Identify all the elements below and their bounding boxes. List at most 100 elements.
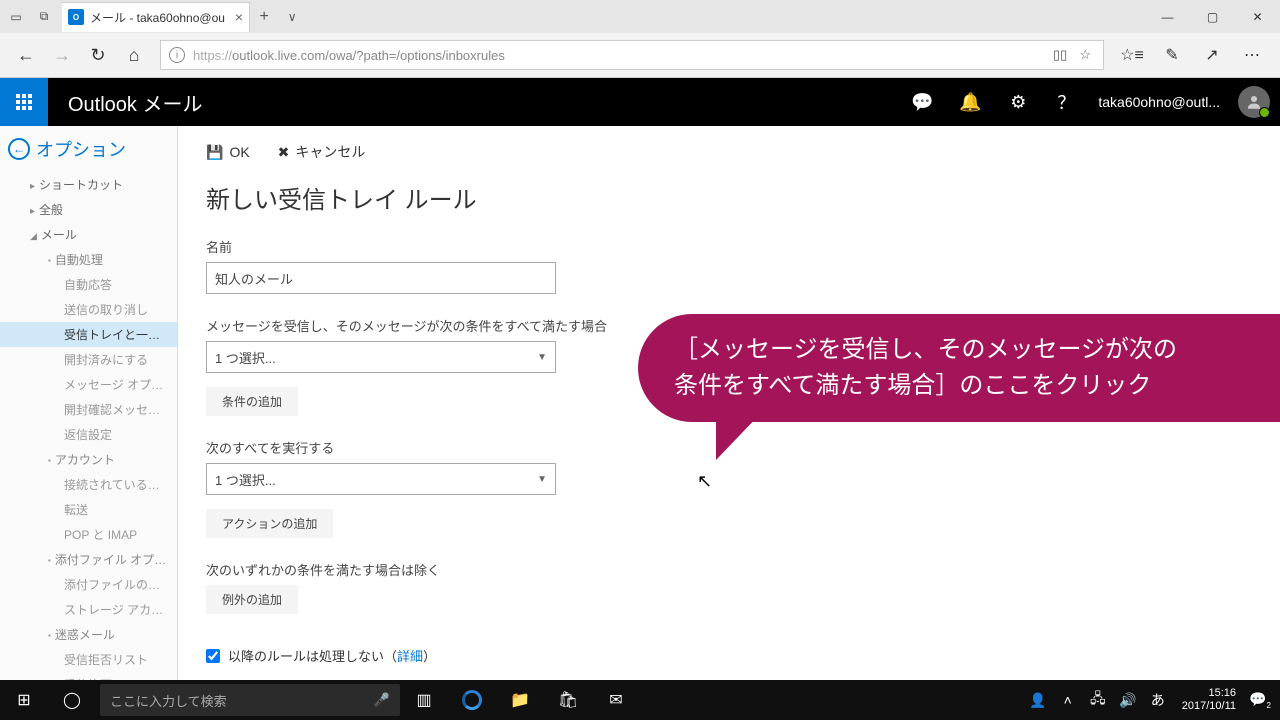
- sidebar-item-15[interactable]: 添付ファイル オプション: [0, 547, 177, 572]
- sidebar-item-19[interactable]: 受信拒否リスト: [0, 647, 177, 672]
- sidebar-item-12[interactable]: 接続されているアカウント: [0, 472, 177, 497]
- home-button[interactable]: ⌂: [116, 37, 152, 73]
- skype-button[interactable]: 💬: [898, 78, 946, 126]
- store-taskbar-icon[interactable]: 🛍: [544, 680, 592, 720]
- close-icon: ✖: [278, 144, 290, 161]
- close-window-button[interactable]: ✕: [1235, 2, 1280, 32]
- add-condition-button[interactable]: 条件の追加: [206, 387, 298, 416]
- task-view-button[interactable]: ▥: [400, 680, 448, 720]
- people-icon[interactable]: 👤: [1026, 692, 1050, 709]
- sidebar-item-0[interactable]: ショートカット: [0, 172, 177, 197]
- site-info-icon[interactable]: i: [169, 47, 185, 63]
- save-icon: 💾: [206, 144, 223, 161]
- sidebar-item-17[interactable]: ストレージ アカウント: [0, 597, 177, 622]
- rule-editor: 💾 OK ✖ キャンセル 新しい受信トレイ ルール 名前 メッセージを受信し、そ…: [178, 126, 1280, 680]
- sidebar-item-13[interactable]: 転送: [0, 497, 177, 522]
- back-arrow-icon: ←: [8, 138, 30, 160]
- condition-dropdown[interactable]: 1 つ選択... ▼: [206, 341, 556, 373]
- action-center-icon[interactable]: 💬2: [1248, 691, 1272, 710]
- close-tab-icon[interactable]: ×: [235, 9, 243, 25]
- app-launcher-button[interactable]: [0, 78, 48, 126]
- windows-taskbar: ⊞ ◯ ここに入力して検索 🎤 ▥ 📁 🛍 ✉ 👤 ˄ 🖧 🔊 あ 15:16 …: [0, 680, 1280, 720]
- chevron-down-icon: ▼: [537, 474, 547, 485]
- refresh-button[interactable]: ↻: [80, 37, 116, 73]
- page-title: 新しい受信トレイ ルール: [206, 180, 1252, 215]
- explorer-taskbar-icon[interactable]: 📁: [496, 680, 544, 720]
- sidebar-item-10[interactable]: 返信設定: [0, 422, 177, 447]
- cursor-icon: ↖: [697, 471, 712, 492]
- favorite-icon[interactable]: ☆: [1079, 47, 1091, 63]
- sidebar-item-20[interactable]: 受信許可メーリング リス: [0, 672, 177, 680]
- callout-line1: ［メッセージを受信し、そのメッセージが次の: [674, 332, 1280, 368]
- sidebar-item-5[interactable]: 送信の取り消し: [0, 297, 177, 322]
- chevron-down-icon: ▼: [537, 352, 547, 363]
- tab-title: メール - taka60ohno@ou: [90, 9, 225, 26]
- volume-icon[interactable]: 🔊: [1116, 692, 1140, 709]
- settings-button[interactable]: ⚙: [994, 78, 1042, 126]
- back-button[interactable]: ←: [8, 37, 44, 73]
- sidebar-item-7[interactable]: 開封済みにする: [0, 347, 177, 372]
- sidebar-item-18[interactable]: 迷惑メール: [0, 622, 177, 647]
- tab-actions-icon[interactable]: ▭: [2, 3, 30, 31]
- maximize-button[interactable]: ▢: [1190, 2, 1235, 32]
- ok-button[interactable]: 💾 OK: [206, 144, 250, 161]
- reading-view-icon[interactable]: ▯▯: [1053, 47, 1067, 63]
- sidebar-item-16[interactable]: 添付ファイルの設定: [0, 572, 177, 597]
- notes-button[interactable]: ✎: [1152, 37, 1192, 73]
- network-icon[interactable]: 🖧: [1086, 688, 1110, 712]
- edge-taskbar-icon[interactable]: [448, 680, 496, 720]
- action-dropdown[interactable]: 1 つ選択... ▼: [206, 463, 556, 495]
- exception-label: 次のいずれかの条件を満たす場合は除く: [206, 560, 1252, 579]
- address-bar[interactable]: i https:// outlook.live.com/owa/?path=/o…: [160, 40, 1104, 70]
- tab-dropdown-icon[interactable]: ∨: [278, 3, 306, 31]
- more-button[interactable]: ⋯: [1232, 37, 1272, 73]
- start-button[interactable]: ⊞: [0, 680, 48, 720]
- url-text: outlook.live.com/owa/?path=/options/inbo…: [232, 48, 505, 63]
- browser-toolbar: ← → ↻ ⌂ i https:// outlook.live.com/owa/…: [0, 33, 1280, 78]
- callout-line2: 条件をすべて満たす場合］のここをクリック: [674, 368, 1280, 404]
- minimize-button[interactable]: —: [1145, 2, 1190, 32]
- help-button[interactable]: ？: [1042, 78, 1090, 126]
- notifications-button[interactable]: 🔔: [946, 78, 994, 126]
- add-exception-button[interactable]: 例外の追加: [206, 585, 298, 614]
- mic-icon[interactable]: 🎤: [374, 692, 390, 708]
- sidebar-item-8[interactable]: メッセージ オプション: [0, 372, 177, 397]
- add-action-button[interactable]: アクションの追加: [206, 509, 333, 538]
- options-title: オプション: [36, 136, 126, 162]
- action-dropdown-value: 1 つ選択...: [215, 470, 276, 489]
- sidebar-item-6[interactable]: 受信トレイと一括処理ル: [0, 322, 177, 347]
- cortana-icon[interactable]: ◯: [48, 680, 96, 720]
- stop-rules-label: 以降のルールは処理しない（詳細）: [228, 646, 436, 665]
- user-name[interactable]: taka60ohno@outl...: [1090, 94, 1228, 110]
- tray-chevron-icon[interactable]: ˄: [1056, 692, 1080, 708]
- taskbar-clock[interactable]: 15:16 2017/10/11: [1176, 687, 1242, 713]
- mail-taskbar-icon[interactable]: ✉: [592, 680, 640, 720]
- avatar[interactable]: [1238, 86, 1270, 118]
- sidebar-item-2[interactable]: メール: [0, 222, 177, 247]
- options-sidebar: ← オプション ショートカット全般メール自動処理自動応答送信の取り消し受信トレイ…: [0, 126, 178, 680]
- share-button[interactable]: ↗: [1192, 37, 1232, 73]
- hub-button[interactable]: ☆≡: [1112, 37, 1152, 73]
- forward-button[interactable]: →: [44, 37, 80, 73]
- outlook-favicon-icon: O: [68, 9, 84, 25]
- ime-indicator[interactable]: あ: [1146, 690, 1170, 710]
- sidebar-item-3[interactable]: 自動処理: [0, 247, 177, 272]
- details-link[interactable]: 詳細: [397, 649, 423, 664]
- taskbar-search[interactable]: ここに入力して検索 🎤: [100, 684, 400, 716]
- url-scheme: https://: [193, 48, 232, 63]
- tab-set-aside-icon[interactable]: ⧉: [30, 3, 58, 31]
- browser-tab[interactable]: O メール - taka60ohno@ou ×: [62, 2, 250, 32]
- cancel-button[interactable]: ✖ キャンセル: [278, 142, 366, 162]
- app-header: Outlook メール 💬 🔔 ⚙ ？ taka60ohno@outl...: [0, 78, 1280, 126]
- sidebar-item-11[interactable]: アカウント: [0, 447, 177, 472]
- stop-rules-checkbox[interactable]: [206, 649, 220, 663]
- sidebar-item-9[interactable]: 開封確認メッセージ: [0, 397, 177, 422]
- options-back-button[interactable]: ← オプション: [0, 126, 177, 172]
- sidebar-item-1[interactable]: 全般: [0, 197, 177, 222]
- name-label: 名前: [206, 237, 1252, 256]
- sidebar-item-4[interactable]: 自動応答: [0, 272, 177, 297]
- rule-name-input[interactable]: [206, 262, 556, 294]
- sidebar-item-14[interactable]: POP と IMAP: [0, 522, 177, 547]
- condition-dropdown-value: 1 つ選択...: [215, 348, 276, 367]
- new-tab-button[interactable]: +: [250, 3, 278, 31]
